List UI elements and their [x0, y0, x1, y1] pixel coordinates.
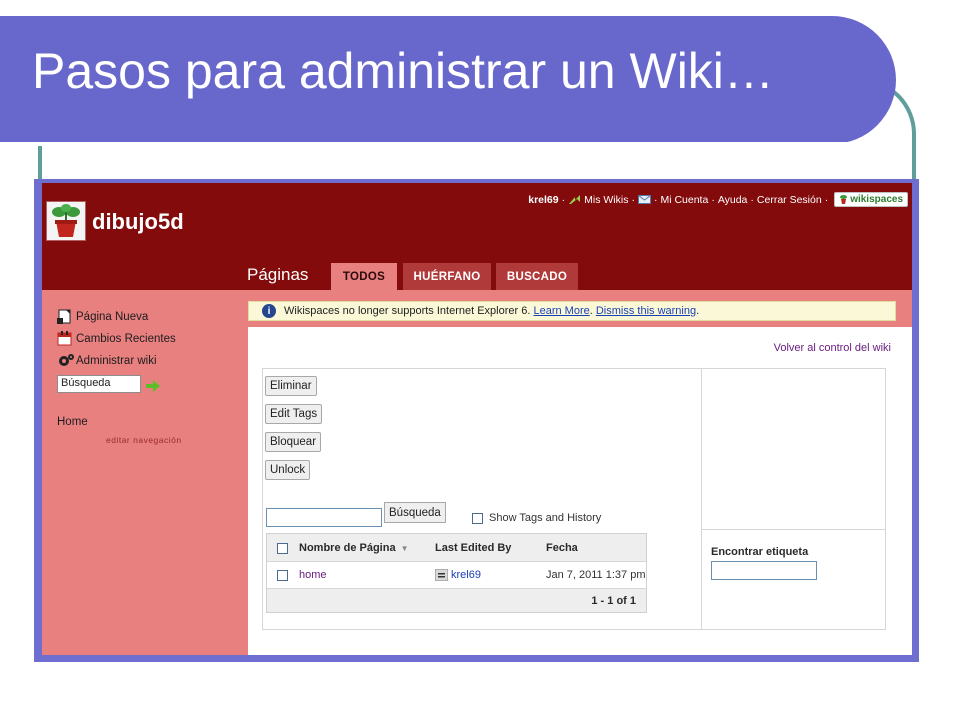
dismiss-warning-link[interactable]: Dismiss this warning [596, 305, 696, 317]
divider [701, 529, 886, 530]
unlock-button[interactable]: Unlock [265, 460, 311, 480]
wiki-header: dibujo5d krel69 · Mis Wikis · · Mi Cuent… [42, 183, 912, 290]
banner-underline [0, 142, 850, 146]
new-page-icon [57, 309, 71, 324]
brand-label: wikispaces [850, 194, 903, 205]
title-banner: Pasos para administrar un Wiki… [0, 16, 896, 146]
sort-down-icon: ▼ [400, 543, 409, 553]
divider [701, 369, 702, 629]
sidebar-item-home[interactable]: Home [57, 416, 88, 428]
sidebar-item-pagina-nueva[interactable]: Página Nueva [57, 309, 148, 324]
table-row: home krel69 Jan 7, 2011 1:37 pm [267, 562, 646, 588]
tab-buscado[interactable]: BUSCADO [496, 263, 578, 290]
mis-wikis-link[interactable]: Mis Wikis [584, 194, 628, 206]
sidebar-item-administrar-wiki[interactable]: Administrar wiki [57, 353, 157, 368]
sidebar-item-label: Página Nueva [76, 310, 149, 323]
screenshot-frame: dibujo5d krel69 · Mis Wikis · · Mi Cuent… [34, 179, 919, 662]
mi-cuenta-link[interactable]: Mi Cuenta [660, 194, 708, 206]
show-tags-label: Show Tags and History [489, 512, 602, 524]
date-cell: Jan 7, 2011 1:37 pm [546, 569, 646, 581]
decorative-line [38, 144, 42, 184]
row-checkbox[interactable] [277, 570, 288, 581]
table-header: Nombre de Página ▼ Last Edited By Fecha [267, 534, 646, 562]
wiki-name[interactable]: dibujo5d [92, 209, 184, 235]
show-tags-checkbox[interactable] [472, 512, 483, 524]
back-to-control-link[interactable]: Volver al control del wiki [774, 342, 891, 354]
column-header-label: Nombre de Página [299, 542, 396, 554]
plant-logo-icon [52, 204, 80, 237]
nav-separator: · [561, 193, 566, 206]
nav-separator: · [750, 193, 754, 206]
search-button[interactable]: Búsqueda [384, 502, 446, 523]
sidebar-search-input[interactable]: Búsqueda [57, 375, 141, 393]
tag-search-input[interactable] [711, 561, 817, 580]
slide: Pasos para administrar un Wiki… dibujo5d [0, 0, 960, 720]
tab-huerfano[interactable]: HUÉRFANO [403, 263, 491, 290]
gear-icon [59, 354, 74, 366]
warning-punctuation: . [589, 305, 593, 317]
learn-more-link[interactable]: Learn More [533, 305, 589, 317]
top-navigation: krel69 · Mis Wikis · · Mi Cuenta · Ayuda… [528, 192, 908, 207]
pagination-summary: 1 - 1 of 1 [591, 595, 636, 607]
nav-separator: · [631, 193, 635, 206]
nav-separator: · [711, 193, 715, 206]
sidebar-item-label: Cambios Recientes [76, 332, 176, 345]
wikispaces-logo-icon [840, 195, 848, 204]
show-tags-history-option[interactable]: Show Tags and History [472, 512, 601, 524]
pages-table: Nombre de Página ▼ Last Edited By Fecha … [266, 533, 647, 613]
main-content: Volver al control del wiki Eliminar Edit… [248, 327, 912, 655]
page-search-input[interactable] [266, 508, 382, 527]
username-link[interactable]: krel69 [528, 194, 558, 206]
pages-panel: Eliminar Edit Tags Bloquear Unlock Búsqu… [262, 368, 886, 630]
page-link-home[interactable]: home [299, 569, 327, 581]
table-footer: 1 - 1 of 1 [267, 588, 646, 612]
arrow-icon [569, 195, 581, 204]
select-all-checkbox[interactable] [277, 543, 288, 554]
wiki-screenshot: dibujo5d krel69 · Mis Wikis · · Mi Cuent… [42, 183, 912, 655]
eliminar-button[interactable]: Eliminar [265, 376, 317, 396]
warning-text: Wikispaces no longer supports Internet E… [284, 305, 531, 317]
wikispaces-brand[interactable]: wikispaces [834, 192, 908, 207]
ayuda-link[interactable]: Ayuda [718, 194, 748, 206]
calendar-icon [57, 331, 72, 346]
tab-todos[interactable]: TODOS [331, 263, 397, 290]
editor-cell: krel69 [435, 569, 481, 581]
user-avatar-icon [435, 569, 448, 581]
wiki-logo[interactable] [46, 201, 86, 241]
cerrar-sesion-link[interactable]: Cerrar Sesión [757, 194, 822, 206]
column-header-fecha[interactable]: Fecha [546, 542, 578, 554]
section-title: Páginas [247, 265, 309, 284]
edit-navigation-link[interactable]: editar navegación [106, 435, 182, 445]
column-header-last-edited[interactable]: Last Edited By [435, 542, 511, 554]
info-icon: i [262, 304, 276, 318]
warning-punctuation: . [696, 305, 700, 317]
search-go-icon[interactable] [146, 380, 160, 392]
mail-icon [637, 195, 651, 204]
slide-title: Pasos para administrar un Wiki… [32, 43, 774, 99]
ie6-warning-bar: i Wikispaces no longer supports Internet… [248, 301, 896, 321]
edit-tags-button[interactable]: Edit Tags [265, 404, 323, 424]
tag-search-label: Encontrar etiqueta [711, 546, 809, 558]
nav-separator: · [824, 193, 829, 206]
editor-link[interactable]: krel69 [451, 569, 481, 581]
nav-separator: · [653, 193, 658, 206]
sidebar: Página Nueva Cambios Recientes Administr… [42, 290, 248, 655]
bloquear-button[interactable]: Bloquear [265, 432, 322, 452]
column-header-name[interactable]: Nombre de Página ▼ [299, 542, 409, 554]
sidebar-item-label: Administrar wiki [76, 354, 157, 367]
sidebar-item-cambios-recientes[interactable]: Cambios Recientes [57, 331, 176, 346]
